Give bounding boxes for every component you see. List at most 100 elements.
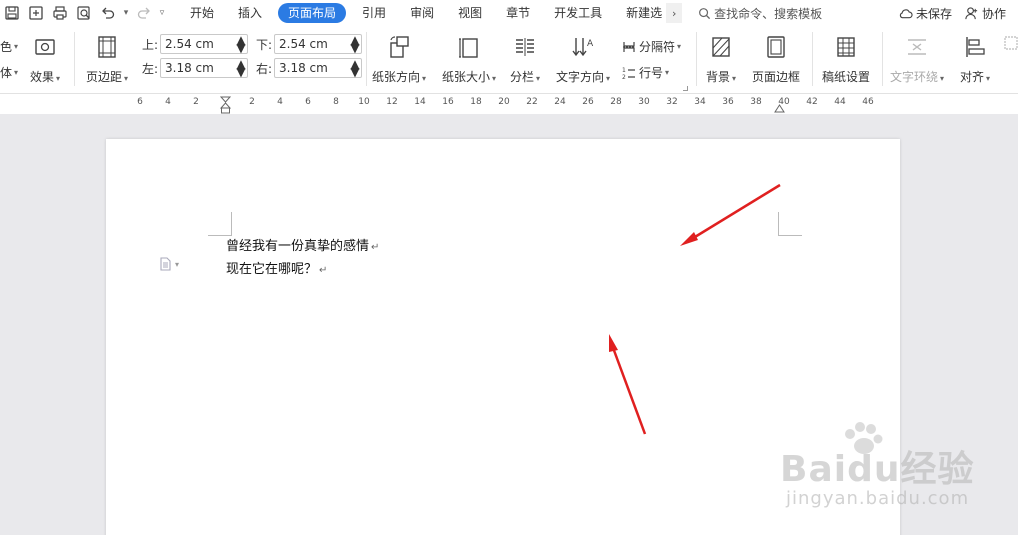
line-number-button[interactable]: 12 行号 ▾ [622, 64, 669, 81]
export-icon[interactable] [25, 2, 47, 24]
theme-color-button[interactable]: 色 ▾ [0, 38, 18, 55]
paper-size-label: 纸张大小 [442, 70, 491, 84]
orientation-button[interactable]: 纸张方向 ▾ [372, 32, 426, 85]
margin-top-label: 上: [142, 37, 159, 52]
separator-label: 分隔符 [639, 40, 676, 54]
menu-bar: ▾ ▿ 开始 插入 页面布局 引用 审阅 视图 章节 开发工具 新建选 › 查找… [0, 0, 1018, 26]
tab-view[interactable]: 视图 [446, 3, 494, 23]
effects-button[interactable]: 效果 ▾ [30, 32, 60, 85]
ruler-tick-label: 36 [722, 97, 734, 107]
tab-new[interactable]: 新建选 [614, 3, 666, 23]
text-wrap-icon [905, 32, 929, 62]
paragraph-text: 曾经我有一份真挚的感情 [226, 239, 370, 254]
paragraph-handle[interactable]: ▾ [158, 257, 179, 271]
tabs-more-icon[interactable]: › [666, 3, 683, 23]
redo-icon[interactable] [133, 2, 155, 24]
text-wrap-button[interactable]: 文字环绕 ▾ [890, 32, 944, 85]
ruler-tick-label: 44 [834, 97, 846, 107]
print-preview-icon[interactable] [73, 2, 95, 24]
text-direction-button[interactable]: A 文字方向 ▾ [556, 32, 610, 85]
ruler-tick-label: 32 [666, 97, 678, 107]
separator-icon [623, 41, 635, 52]
columns-icon [513, 32, 537, 62]
paper-size-icon [457, 32, 481, 62]
ruler-tick-label: 2 [193, 97, 199, 107]
separator-button[interactable]: 分隔符 ▾ [622, 38, 681, 55]
columns-label: 分栏 [510, 70, 535, 84]
chevron-down-icon: ▾ [175, 259, 180, 269]
ruler-tick-label: 20 [498, 97, 510, 107]
page-margin-icon [95, 32, 119, 62]
text-wrap-label: 文字环绕 [890, 70, 939, 84]
right-indent-icon[interactable] [774, 96, 785, 114]
ruler-tick-label: 8 [333, 97, 339, 107]
margin-top-field: 上: 2.54 cm ▲ ▼ [142, 34, 248, 54]
search-icon [699, 7, 711, 19]
orientation-icon [387, 32, 411, 62]
align-button[interactable]: 对齐 ▾ [960, 32, 990, 85]
margin-right-spinner[interactable]: ▲ ▼ [349, 58, 361, 78]
page-border-button[interactable]: 页面边框 [752, 32, 800, 85]
unsaved-button[interactable]: 未保存 [898, 5, 952, 22]
dialog-launcher-icon[interactable] [683, 86, 688, 91]
undo-dropdown-icon[interactable]: ▾ [121, 2, 131, 24]
svg-text:1: 1 [622, 67, 626, 74]
paragraph-text: 现在它在哪呢？ [226, 262, 318, 277]
line-number-label: 行号 [639, 66, 664, 80]
ruler-tick-label: 22 [526, 97, 538, 107]
margin-top-input[interactable]: 2.54 cm ▲ ▼ [160, 34, 248, 54]
margin-left-input[interactable]: 3.18 cm ▲ ▼ [160, 58, 248, 78]
paragraph-mark: ↵ [319, 265, 328, 276]
crop-mark-top-right [778, 212, 802, 236]
undo-icon[interactable] [97, 2, 119, 24]
tab-references[interactable]: 引用 [350, 3, 398, 23]
effects-label: 效果 [30, 70, 55, 84]
tab-page-layout[interactable]: 页面布局 [278, 3, 347, 23]
margin-top-spinner[interactable]: ▲ ▼ [235, 34, 247, 54]
tab-home[interactable]: 开始 [178, 3, 226, 23]
ribbon-divider [696, 32, 697, 86]
theme-font-button[interactable]: 体 ▾ [0, 64, 18, 81]
margin-bottom-input[interactable]: 2.54 cm ▲ ▼ [274, 34, 362, 54]
draft-setup-button[interactable]: 稿纸设置 [822, 32, 870, 85]
background-icon [709, 32, 733, 62]
page-margin-button[interactable]: 页边距 ▾ [86, 32, 128, 85]
save-icon[interactable] [1, 2, 23, 24]
command-search[interactable]: 查找命令、搜索模板 [698, 5, 822, 22]
margin-right-field: 右: 3.18 cm ▲ ▼ [256, 58, 362, 78]
customize-dropdown-icon[interactable]: ▿ [157, 2, 167, 24]
background-button[interactable]: 背景 ▾ [706, 32, 736, 85]
ribbon-divider [74, 32, 75, 86]
page-border-icon [764, 32, 788, 62]
collab-button[interactable]: 协作 [964, 5, 1006, 22]
group-icon[interactable] [1004, 36, 1018, 50]
document-body[interactable]: 曾经我有一份真挚的感情 ↵ 现在它在哪呢？ ↵ [226, 236, 379, 282]
margin-right-input[interactable]: 3.18 cm ▲ ▼ [274, 58, 362, 78]
columns-button[interactable]: 分栏 ▾ [510, 32, 540, 85]
tab-developer[interactable]: 开发工具 [542, 3, 614, 23]
print-icon[interactable] [49, 2, 71, 24]
horizontal-ruler[interactable]: 6 4 2 2 4 6 8 10 12 14 16 18 20 22 24 26 28 30 32 34 36 38 40 4… [0, 94, 1018, 114]
tab-review[interactable]: 审阅 [398, 3, 446, 23]
ruler-tick-label: 34 [694, 97, 706, 107]
ruler-tick-label: 4 [277, 97, 283, 107]
ruler-tick-label: 26 [582, 97, 594, 107]
tab-section[interactable]: 章节 [494, 3, 542, 23]
ruler-tick-label: 12 [386, 97, 398, 107]
text-direction-icon: A [571, 32, 595, 62]
ribbon-divider [882, 32, 883, 86]
watermark-logo: Baidu经验 [780, 449, 975, 490]
first-line-indent-icon[interactable] [220, 96, 231, 114]
ruler-tick-label: 14 [414, 97, 426, 107]
align-label: 对齐 [960, 70, 985, 84]
margin-bottom-value: 2.54 cm [279, 37, 328, 51]
margin-bottom-spinner[interactable]: ▲ ▼ [349, 34, 361, 54]
align-icon [963, 32, 987, 62]
ruler-tick-label: 2 [249, 97, 255, 107]
paper-size-button[interactable]: 纸张大小 ▾ [442, 32, 496, 85]
ruler-tick-label: 18 [470, 97, 482, 107]
ruler-tick-label: 38 [750, 97, 762, 107]
margin-left-spinner[interactable]: ▲ ▼ [235, 58, 247, 78]
tab-insert[interactable]: 插入 [226, 3, 274, 23]
search-placeholder: 查找命令、搜索模板 [714, 6, 823, 21]
